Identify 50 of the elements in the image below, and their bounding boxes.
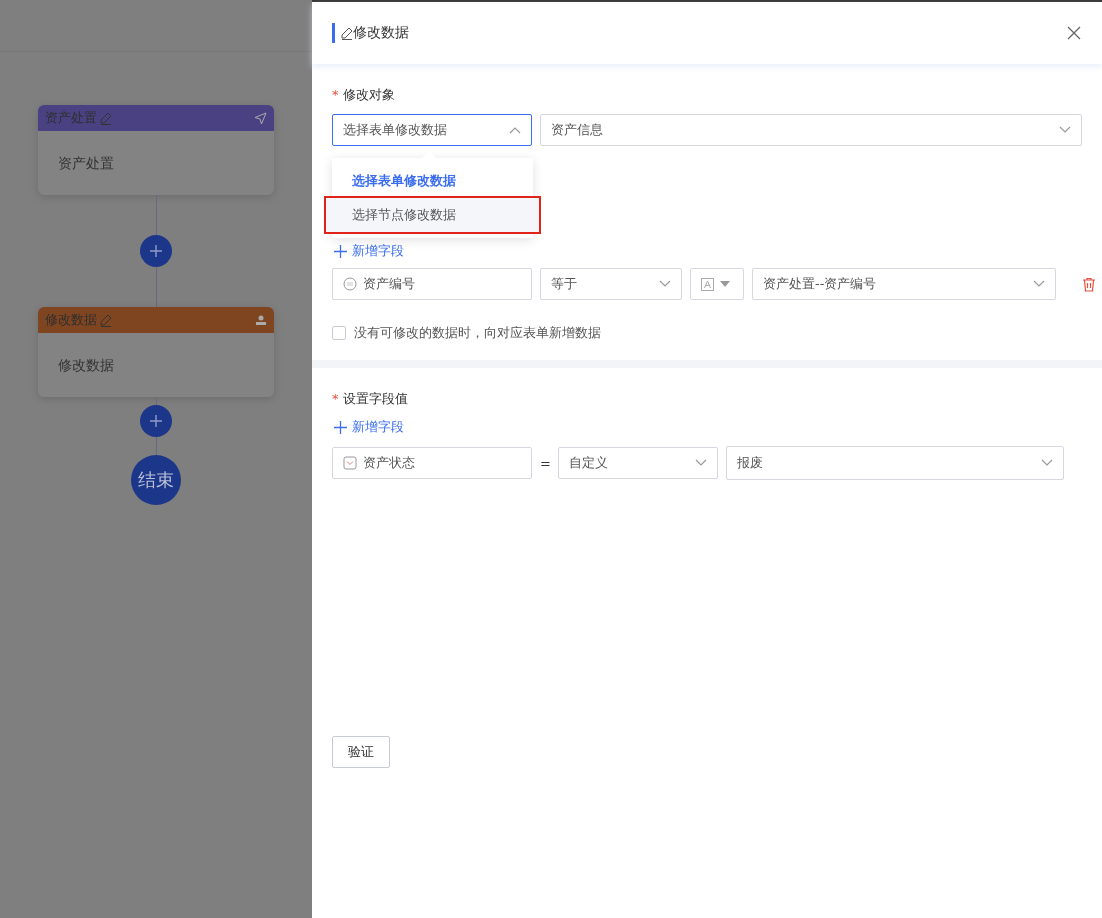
plus-icon <box>149 414 163 428</box>
field-label: 设置字段值 <box>342 391 408 406</box>
close-button[interactable] <box>1066 25 1082 41</box>
caret-icon <box>720 281 730 287</box>
plus-icon <box>334 420 347 434</box>
checkbox[interactable] <box>332 326 346 340</box>
field-label: 修改对象 <box>342 87 395 102</box>
add-field-button[interactable]: 新增字段 <box>334 418 404 436</box>
menu-option[interactable]: 选择节点修改数据 <box>326 198 539 232</box>
equals-sign: = <box>540 455 550 471</box>
card-text: 修改数据 <box>58 357 114 373</box>
dropdown-icon <box>343 456 357 470</box>
form-select[interactable]: 资产信息 <box>540 114 1082 146</box>
operator-select[interactable]: 等于 <box>540 268 682 300</box>
chevron-icon <box>1033 280 1045 288</box>
chevron-icon <box>1059 126 1071 134</box>
plus-icon <box>334 244 347 258</box>
add-node-button[interactable] <box>140 405 172 437</box>
card-title: 资产处置 <box>45 109 97 127</box>
mode-select[interactable]: 选择表单修改数据 <box>332 114 532 146</box>
text-type-icon <box>701 277 714 291</box>
verify-button[interactable]: 验证 <box>332 736 390 768</box>
field-input[interactable]: 资产状态 <box>332 447 532 479</box>
chevron-icon <box>1041 459 1053 467</box>
chevron-icon <box>659 280 671 288</box>
required-marker: * <box>332 391 339 406</box>
field-input[interactable]: 资产编号 <box>332 268 532 300</box>
card-text: 资产处置 <box>58 155 114 171</box>
add-node-button[interactable] <box>140 235 172 267</box>
value-select[interactable]: 资产处置--资产编号 <box>752 268 1056 300</box>
chevron-icon <box>509 126 521 134</box>
delete-button[interactable] <box>1082 276 1096 292</box>
user-icon <box>255 314 267 326</box>
pencil-icon <box>100 313 112 327</box>
plus-icon <box>149 244 163 258</box>
end-node: 结束 <box>131 455 181 505</box>
chevron-icon <box>695 459 707 467</box>
pencil-icon <box>100 111 112 125</box>
checkbox-label: 没有可修改的数据时，向对应表单新增数据 <box>354 324 601 342</box>
add-field-button[interactable]: 新增字段 <box>334 242 404 260</box>
card-title: 修改数据 <box>45 311 97 329</box>
send-icon <box>254 111 267 125</box>
mode-select[interactable]: 自定义 <box>558 447 718 479</box>
menu-option[interactable]: 选择表单修改数据 <box>332 164 533 198</box>
value-select[interactable]: 报废 <box>726 446 1064 480</box>
value-type-select[interactable] <box>690 268 744 300</box>
number-icon <box>343 277 357 291</box>
required-marker: * <box>332 87 339 102</box>
pencil-icon <box>341 26 353 40</box>
panel-title: 修改数据 <box>353 24 409 42</box>
